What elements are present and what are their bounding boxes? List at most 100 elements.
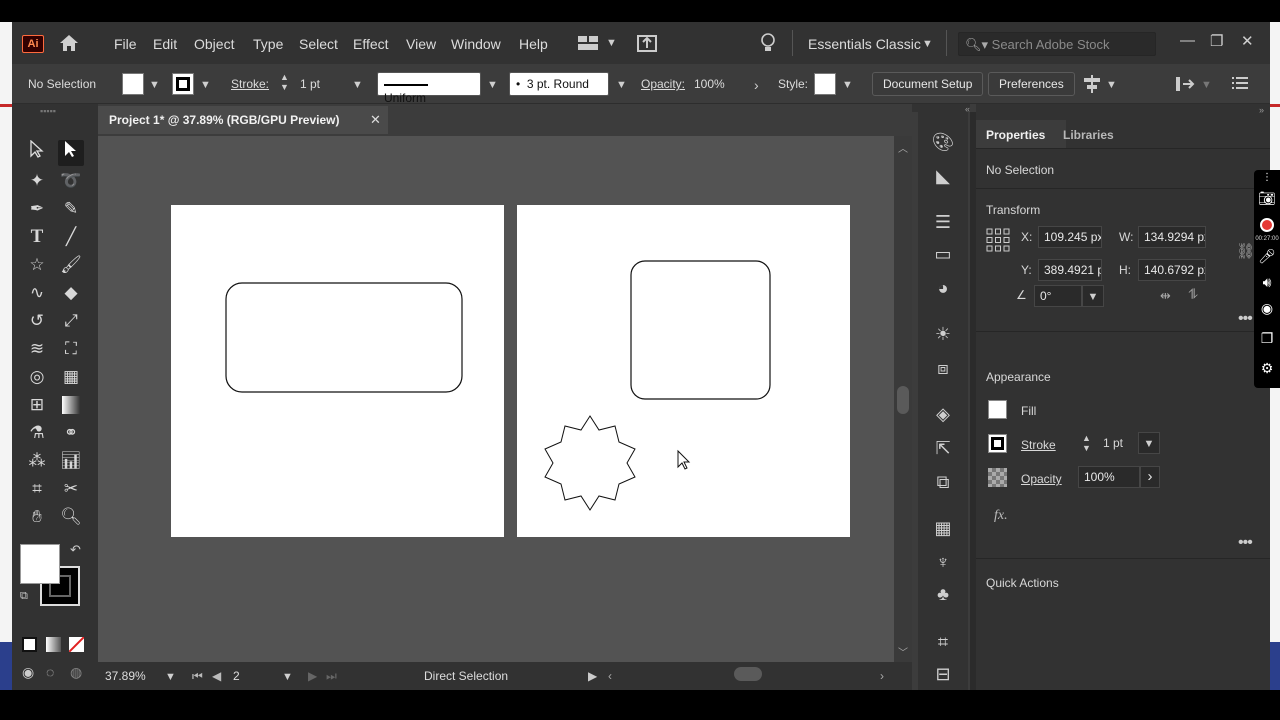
collapse-panels-icon[interactable]: « [912, 104, 970, 114]
direct-selection-tool-icon[interactable] [58, 140, 84, 166]
record-icon[interactable] [1260, 218, 1274, 232]
scale-tool-icon[interactable]: ⤢ [58, 308, 84, 334]
zoom-tool-icon[interactable]: 🔍︎ [58, 504, 84, 530]
chevron-down-icon[interactable]: ▼ [487, 79, 498, 91]
vertical-scroll-thumb[interactable] [897, 386, 909, 414]
menu-file[interactable]: File [114, 36, 137, 52]
menu-help[interactable]: Help [519, 36, 548, 52]
variable-width-profile[interactable]: Uniform [377, 72, 481, 105]
close-tab-icon[interactable]: ✕ [370, 112, 381, 128]
menu-window[interactable]: Window [451, 36, 501, 52]
chevron-down-icon[interactable]: ▼ [922, 38, 933, 50]
opacity-swatch-icon[interactable] [988, 468, 1007, 487]
type-tool-icon[interactable]: T [24, 224, 50, 250]
rounded-square-shape[interactable] [630, 260, 771, 400]
appearance-panel-icon[interactable]: ☀︎ [918, 324, 968, 345]
symbol-sprayer-tool-icon[interactable]: ⁂ [24, 448, 50, 474]
menu-edit[interactable]: Edit [153, 36, 177, 52]
more-options-icon[interactable]: ••• [1238, 310, 1253, 328]
lightbulb-icon[interactable] [760, 32, 776, 59]
previous-artboard-icon[interactable]: ◀ [212, 669, 221, 683]
arrange-documents-icon[interactable] [577, 35, 599, 56]
y-field[interactable]: 389.4921 px [1038, 259, 1102, 281]
settings-gear-icon[interactable]: ⚙︎ [1254, 360, 1280, 377]
stroke-weight-dropdown[interactable]: ▼ [1138, 432, 1160, 454]
more-options-icon[interactable]: ••• [1238, 534, 1253, 552]
rotate-tool-icon[interactable]: ↺ [24, 308, 50, 334]
menu-type[interactable]: Type [253, 36, 283, 52]
transform-options-icon[interactable] [1175, 75, 1195, 96]
gradient-panel-icon[interactable]: ▭ [918, 244, 968, 265]
default-fill-stroke-icon[interactable]: ⧉ [20, 590, 28, 603]
width-tool-icon[interactable]: ≋ [24, 336, 50, 362]
workspace-switcher[interactable]: Essentials Classic [808, 36, 921, 52]
stroke-label[interactable]: Stroke [1021, 438, 1056, 452]
artboard-tool-icon[interactable]: ⌗ [24, 476, 50, 502]
chevron-down-icon[interactable]: ▼ [1106, 79, 1117, 91]
menu-view[interactable]: View [406, 36, 436, 52]
adobe-stock-search-input[interactable]: 🔍︎▾ Search Adobe Stock [958, 32, 1156, 56]
artboard-1[interactable] [171, 205, 504, 537]
opacity-label[interactable]: Opacity [1021, 472, 1062, 486]
next-artboard-icon[interactable]: ▶ [308, 669, 317, 683]
stroke-panel-icon[interactable]: ☰ [918, 212, 968, 233]
recorder-menu-icon[interactable]: ⋮ [1254, 172, 1280, 183]
scroll-down-icon[interactable]: ﹀ [898, 644, 908, 659]
star-tool-icon[interactable]: ☆ [24, 252, 50, 278]
horizontal-scroll-thumb[interactable] [734, 667, 762, 681]
line-segment-tool-icon[interactable]: ╱ [58, 224, 84, 250]
fill-color-box[interactable] [20, 544, 60, 584]
opacity-more-button[interactable]: › [1140, 466, 1160, 488]
document-tab[interactable]: Project 1* @ 37.89% (RGB/GPU Preview) [98, 106, 388, 134]
free-transform-tool-icon[interactable]: ⛶ [58, 336, 84, 362]
flip-vertical-icon[interactable]: ⥮ [1188, 286, 1198, 303]
share-for-review-icon[interactable] [636, 33, 658, 58]
color-themes-icon[interactable]: 🎨︎ [918, 132, 968, 153]
w-field[interactable]: 134.9294 px [1138, 226, 1206, 248]
opacity-label[interactable]: Opacity: [641, 77, 685, 91]
stroke-weight-value[interactable]: 1 pt [300, 77, 320, 91]
status-menu-icon[interactable]: ▶ [588, 669, 597, 683]
opacity-value[interactable]: 100% [694, 77, 725, 91]
chevron-down-icon[interactable]: ▼ [616, 79, 627, 91]
menu-select[interactable]: Select [299, 36, 338, 52]
symbols-panel-icon[interactable]: ♣ [918, 584, 968, 605]
stroke-swatch[interactable] [172, 73, 194, 95]
flip-horizontal-icon[interactable]: ⇹ [1160, 288, 1171, 304]
panel-menu-icon[interactable] [1232, 76, 1248, 93]
tab-properties[interactable]: Properties [986, 128, 1045, 142]
chevron-down-icon[interactable]: ▼ [165, 671, 176, 683]
h-field[interactable]: 140.6792 px [1138, 259, 1206, 281]
artboard-number[interactable]: 2 [233, 669, 240, 683]
scroll-left-icon[interactable]: ‹ [608, 669, 612, 683]
none-mode-icon[interactable] [69, 637, 84, 652]
selection-tool-icon[interactable] [24, 139, 50, 166]
draw-inside-icon[interactable]: ◍ [70, 664, 82, 681]
fill-swatch[interactable] [988, 400, 1007, 419]
scroll-right-icon[interactable]: › [880, 669, 884, 683]
chevron-down-icon[interactable]: ▼ [200, 79, 211, 91]
mesh-tool-icon[interactable]: ⊞ [24, 392, 50, 418]
artboard-2[interactable] [517, 205, 850, 537]
chevron-down-icon[interactable]: ▼ [282, 671, 293, 683]
minimize-icon[interactable]: — [1180, 32, 1195, 49]
align-panel-icon[interactable]: ⌗ [918, 632, 968, 653]
gradient-mode-icon[interactable] [46, 637, 61, 652]
brush-definition[interactable]: • 3 pt. Round [509, 72, 609, 96]
fill-swatch[interactable] [122, 73, 144, 95]
scroll-up-icon[interactable]: ︿ [898, 140, 908, 155]
chevron-down-icon[interactable]: ▼ [352, 79, 363, 91]
draw-behind-icon[interactable]: ◌ [46, 664, 54, 680]
chevron-right-icon[interactable]: › [754, 77, 759, 93]
graphic-style-swatch[interactable] [814, 73, 836, 95]
swap-fill-stroke-icon[interactable]: ↶ [70, 542, 81, 558]
chevron-down-icon[interactable]: ▼ [1201, 79, 1212, 91]
menu-object[interactable]: Object [194, 36, 234, 52]
pen-tool-icon[interactable]: ✒ [24, 196, 50, 222]
preferences-button[interactable]: Preferences [988, 72, 1075, 96]
transparency-panel-icon[interactable]: ◕ [918, 278, 968, 299]
collapse-panel-icon[interactable]: » [1259, 105, 1264, 115]
eraser-tool-icon[interactable]: ◆ [58, 280, 84, 306]
align-icon[interactable] [1082, 75, 1102, 96]
panel-grip-icon[interactable]: ▪▪▪▪▪ [40, 106, 56, 116]
